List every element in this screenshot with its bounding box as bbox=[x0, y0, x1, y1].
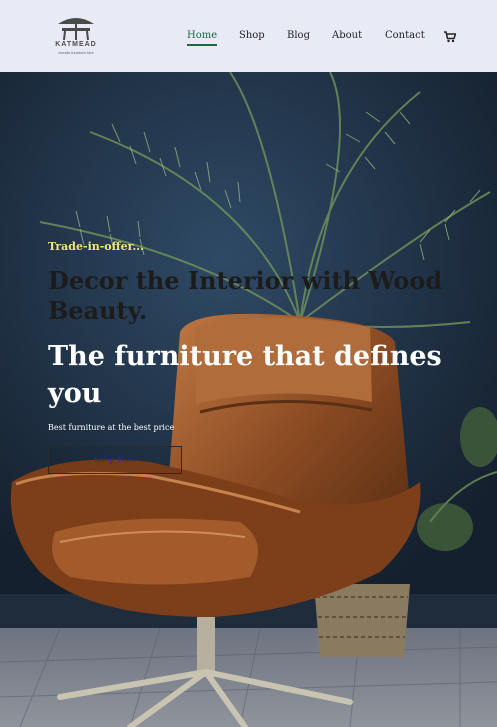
logo-tagline: events furniture hire bbox=[58, 50, 94, 55]
logo-name: KATMEAD bbox=[55, 41, 97, 48]
offer-label: Trade-in-offer... bbox=[48, 240, 144, 253]
shop-now-button[interactable]: Shop Now bbox=[48, 446, 182, 474]
nav-shop[interactable]: Shop bbox=[239, 30, 265, 41]
top-navigation-bar: KATMEAD events furniture hire Home Shop … bbox=[0, 0, 497, 72]
nav-blog[interactable]: Blog bbox=[287, 30, 310, 41]
hero-headline: The furniture that defines you bbox=[48, 341, 442, 409]
cart-icon[interactable] bbox=[444, 28, 457, 47]
hero-subtext: Best furniture at the best price bbox=[48, 423, 175, 432]
logo-umbrella-icon bbox=[58, 18, 94, 41]
hero-headline-secondary: Decor the Interior with Wood Beauty. bbox=[48, 266, 443, 325]
nav-about[interactable]: About bbox=[332, 30, 362, 41]
logo[interactable]: KATMEAD events furniture hire bbox=[40, 14, 112, 56]
nav-home[interactable]: Home bbox=[187, 30, 218, 46]
nav-contact[interactable]: Contact bbox=[385, 30, 425, 41]
hero-section: Trade-in-offer... Decor the Interior wit… bbox=[0, 72, 497, 727]
